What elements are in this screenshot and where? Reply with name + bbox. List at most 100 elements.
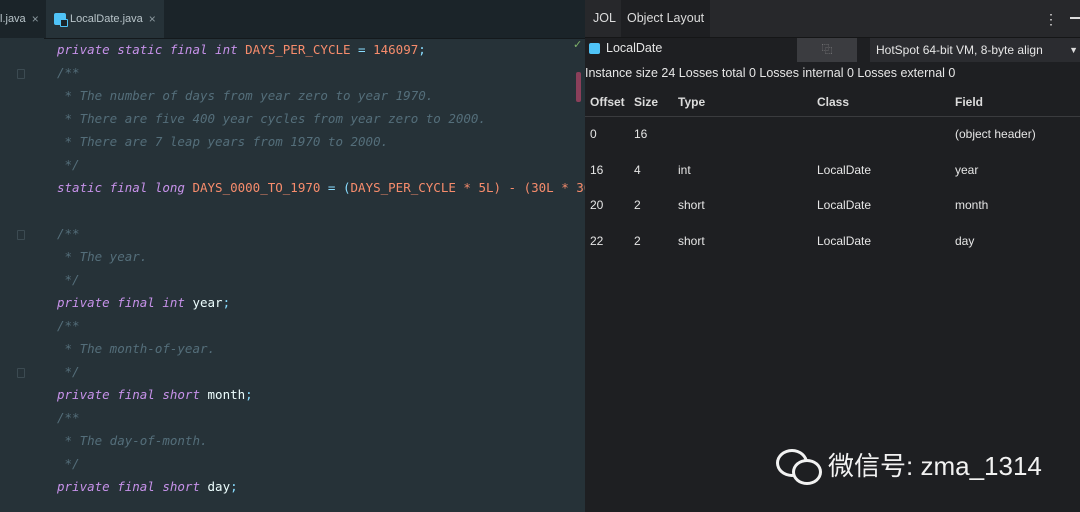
table-row[interactable]: 16 4 int LocalDate year [585,160,1080,180]
chevron-down-icon: ▼ [1069,45,1078,55]
code-token: ; [222,295,231,310]
code-line[interactable]: private static final int DAYS_PER_CYCLE … [57,40,426,60]
column-offset[interactable]: Offset [590,95,625,109]
cell-field: day [955,234,975,248]
column-class[interactable]: Class [817,95,849,109]
cell-size: 16 [634,127,648,141]
tab-object-layout[interactable]: Object Layout [621,0,711,37]
code-token: = [350,42,374,57]
tab-localdate-java[interactable]: LocalDate.java × [46,0,164,38]
code-line[interactable]: private final short day; [57,477,238,497]
code-token: static final long [57,180,193,195]
cell-offset: 22 [590,234,604,248]
code-token: ; [245,387,253,402]
code-area[interactable]: private static final int DAYS_PER_CYCLE … [57,38,621,512]
code-token: ; [418,42,426,57]
code-token: * There are five 400 year cycles from ye… [57,111,486,126]
code-line[interactable]: /** [57,408,80,428]
code-line[interactable]: * The month-of-year. [57,339,216,359]
code-token: DAYS_PER_CYCLE * 5L) - (30L * 365L + [350,180,622,195]
code-line[interactable]: */ [57,362,80,382]
cell-size: 2 [634,234,641,248]
code-line[interactable]: * The number of days from year zero to y… [57,86,434,106]
code-token: private final short [57,479,208,494]
close-icon[interactable]: × [149,12,156,26]
code-line[interactable]: /** [57,224,80,244]
code-token: */ [57,364,80,379]
cell-class: LocalDate [817,234,872,248]
check-icon: ✓ [573,39,583,51]
column-type[interactable]: Type [678,95,705,109]
code-token: * The number of days from year zero to y… [57,88,434,103]
code-line[interactable]: /** [57,63,80,83]
fold-icon[interactable] [17,368,25,378]
copy-button[interactable]: ⿻ [797,38,857,62]
cell-offset: 20 [590,198,604,212]
code-token: private final short [57,387,208,402]
code-line[interactable]: */ [57,155,80,175]
table-row[interactable]: 20 2 short LocalDate month [585,195,1080,215]
code-token: ; [230,479,238,494]
watermark: 微信号: zma_1314 [776,446,1042,485]
code-line[interactable]: static final long DAYS_0000_TO_1970 = (D… [57,178,621,198]
class-icon [589,42,600,54]
table-row[interactable]: 22 2 short LocalDate day [585,231,1080,251]
column-size[interactable]: Size [634,95,658,109]
code-token: DAYS_PER_CYCLE [245,42,351,57]
code-token: /** [57,65,80,80]
jol-panel: JOL Object Layout ⋮ LocalDate ⿻ HotSpot … [585,0,1080,512]
cell-field: month [955,198,989,212]
code-line[interactable]: * The year. [57,247,148,267]
close-icon[interactable]: × [32,12,39,26]
cell-size: 4 [634,163,641,177]
code-token: /** [57,226,80,241]
code-token: /** [57,410,80,425]
cell-offset: 0 [590,127,597,141]
vm-select[interactable]: HotSpot 64-bit VM, 8-byte align ▼ [870,38,1080,62]
vm-select-value: HotSpot 64-bit VM, 8-byte align [876,43,1043,57]
code-editor[interactable]: l.java × LocalDate.java × private static… [0,0,621,512]
code-line[interactable]: */ [57,270,80,290]
cell-offset: 16 [590,163,604,177]
table-row[interactable]: 0 16 (object header) [585,124,1080,144]
cell-class: LocalDate [817,198,872,212]
cell-class: LocalDate [817,163,872,177]
code-line[interactable]: */ [57,454,80,474]
code-line[interactable]: * There are 7 leap years from 1970 to 20… [57,132,389,152]
code-token: DAYS_0000_TO_1970 [192,180,321,195]
code-token: private final int [57,295,193,310]
fold-icon[interactable] [17,69,25,79]
code-token: month [207,387,246,402]
tab-previous-file[interactable]: l.java × [0,0,44,38]
code-line[interactable]: * The day-of-month. [57,431,208,451]
java-file-icon [54,13,68,27]
code-token: */ [57,157,80,172]
panel-toolbar: LocalDate ⿻ HotSpot 64-bit VM, 8-byte al… [585,37,1080,63]
code-token: * The month-of-year. [57,341,216,356]
code-token: /** [57,318,80,333]
column-field[interactable]: Field [955,95,983,109]
editor-tab-bar: l.java × LocalDate.java × [0,0,585,39]
more-options-icon[interactable]: ⋮ [1044,12,1058,26]
code-token: 146097 [373,42,419,57]
code-token: * The year. [57,249,148,264]
code-line[interactable]: * There are five 400 year cycles from ye… [57,109,486,129]
cell-type: short [678,234,705,248]
code-token: day [207,479,231,494]
code-line[interactable]: private final short month; [57,385,253,405]
code-token: private static final int [57,42,246,57]
scroll-marker[interactable] [576,72,581,102]
cell-field: year [955,163,979,177]
minimize-icon[interactable] [1070,17,1080,19]
code-token: * There are 7 leap years from 1970 to 20… [57,134,389,149]
instance-summary: Instance size 24 Losses total 0 Losses i… [585,66,956,80]
tab-jol[interactable]: JOL [587,0,622,37]
fold-icon[interactable] [17,230,25,240]
wechat-icon [776,447,822,485]
tab-label: LocalDate.java [70,13,143,25]
cell-type: short [678,198,705,212]
cell-field: (object header) [955,127,1036,141]
code-token: */ [57,272,80,287]
code-line[interactable]: /** [57,316,80,336]
code-line[interactable]: private final int year; [57,293,230,313]
